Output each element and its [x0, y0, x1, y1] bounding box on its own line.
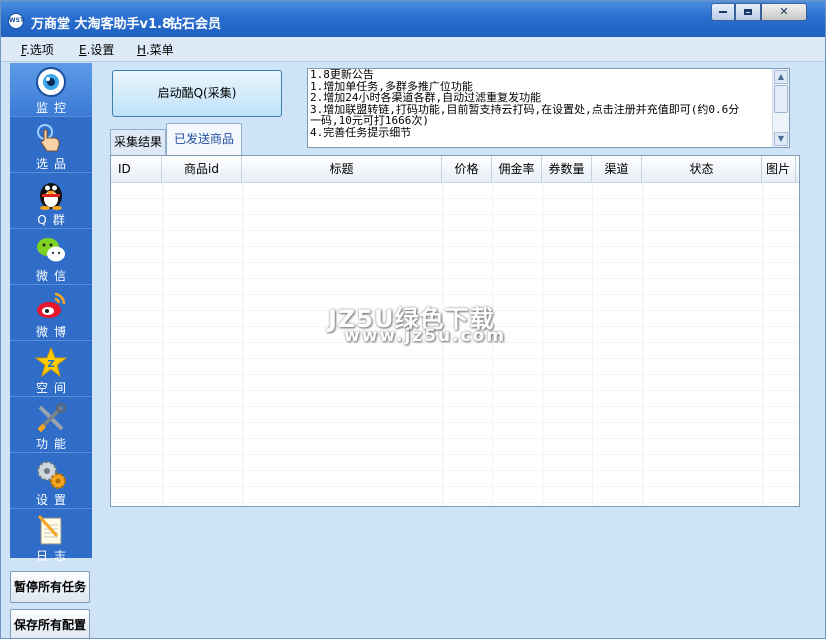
- wechat-icon: [37, 238, 65, 262]
- scroll-thumb[interactable]: [774, 85, 788, 113]
- column-header-id[interactable]: ID: [111, 156, 162, 182]
- grid-row-line: [111, 422, 799, 423]
- notice-line: 一码,10元可打1666次): [310, 115, 429, 127]
- sidebar-item-wechat[interactable]: 微信: [10, 231, 92, 285]
- sidebar-item-qzone[interactable]: Z 空间: [10, 343, 92, 397]
- app-title: 万商堂 大淘客助手v1.8: [31, 17, 172, 32]
- column-header-channel[interactable]: 渠道: [592, 156, 642, 182]
- sidebar-item-settings[interactable]: 设置: [10, 455, 92, 509]
- grid-row-line: [111, 214, 799, 215]
- title-bar[interactable]: WST 万商堂 大淘客助手v1.8 钻石会员 ✕: [1, 1, 825, 37]
- sidebar-item-label: 日志: [35, 549, 72, 563]
- qq-penguin-icon: [40, 183, 62, 210]
- notice-line: 4.完善任务提示细节: [310, 126, 412, 139]
- eye-icon: [36, 67, 66, 97]
- sidebar-item-label: 功能: [35, 437, 72, 451]
- grid-row-line: [111, 470, 799, 471]
- grid-row-line: [111, 390, 799, 391]
- menu-bar: F.选项 E.设置 H.菜单: [1, 37, 825, 62]
- minimize-icon: [719, 11, 727, 13]
- column-header-status[interactable]: 状态: [642, 156, 762, 182]
- sidebar-item-label: 微信: [35, 269, 72, 283]
- column-header-price[interactable]: 价格: [442, 156, 492, 182]
- start-coolq-button[interactable]: 启动酷Q(采集): [112, 70, 282, 117]
- svg-text:Z: Z: [47, 359, 54, 370]
- pause-all-tasks-button[interactable]: 暂停所有任务: [10, 571, 90, 603]
- grid-row-line: [111, 294, 799, 295]
- scroll-down-icon[interactable]: ▼: [774, 132, 788, 146]
- gears-icon: [37, 461, 66, 489]
- menu-options[interactable]: F.选项: [21, 41, 54, 58]
- grid-row-line: [111, 486, 799, 487]
- notice-line: 3.增加联盟转链,打码功能,目前暂支持云打码,在设置处,点击注册并充值即可(约0…: [310, 103, 740, 116]
- maximize-icon: [744, 9, 752, 15]
- sidebar-item-weibo[interactable]: 微博: [10, 287, 92, 341]
- menu-menu[interactable]: H.菜单: [137, 41, 174, 58]
- app-logo-icon: WST: [8, 13, 24, 29]
- notepad-icon: [37, 514, 62, 545]
- sidebar: 监控 选品 Q群 微信 微博 Z 空间 功能 设置 日志: [10, 63, 92, 563]
- notice-line: 2.增加24小时各渠道各群,自动过滤重复发功能: [310, 92, 542, 104]
- sidebar-item-monitor[interactable]: 监控: [10, 63, 92, 117]
- sidebar-item-label: 设置: [35, 493, 72, 507]
- table-header: ID 商品id 标题 价格 佣金率 券数量 渠道 状态 图片: [111, 156, 799, 183]
- update-notice-box[interactable]: 1.8更新公告 1.增加单任务,多群多推广位功能 2.增加24小时各渠道各群,自…: [307, 68, 790, 148]
- grid-row-line: [111, 262, 799, 263]
- watermark-url: www.jz5u.com: [344, 326, 507, 346]
- sidebar-item-label: 监控: [35, 101, 72, 115]
- notice-line: 1.8更新公告: [310, 69, 374, 81]
- menu-settings-label: .设置: [86, 43, 115, 57]
- column-header-commission[interactable]: 佣金率: [492, 156, 542, 182]
- grid-row-line: [111, 278, 799, 279]
- notice-scrollbar[interactable]: ▲ ▼: [772, 69, 789, 147]
- menu-options-label: .选项: [25, 43, 54, 57]
- menu-settings-key: E: [79, 43, 87, 57]
- sidebar-item-log[interactable]: 日志: [10, 511, 92, 565]
- sidebar-item-functions[interactable]: 功能: [10, 399, 92, 453]
- hand-pointer-icon: [37, 124, 60, 152]
- tools-icon: [37, 403, 66, 433]
- grid-row-line: [111, 438, 799, 439]
- grid-row-line: [111, 502, 799, 503]
- grid-row-line: [111, 406, 799, 407]
- tab-collect-results[interactable]: 采集结果: [110, 129, 166, 155]
- column-header-title[interactable]: 标题: [242, 156, 442, 182]
- qzone-star-icon: Z: [35, 346, 67, 378]
- column-header-product-id[interactable]: 商品id: [162, 156, 242, 182]
- app-window: WST 万商堂 大淘客助手v1.8 钻石会员 ✕ F.选项 E.设置 H.菜单 …: [0, 0, 826, 639]
- notice-text: 1.8更新公告 1.增加单任务,多群多推广位功能 2.增加24小时各渠道各群,自…: [310, 69, 770, 139]
- maximize-button[interactable]: [735, 3, 761, 21]
- sidebar-item-label: 空间: [35, 381, 72, 395]
- notice-line: 1.增加单任务,多群多推广位功能: [310, 80, 473, 93]
- grid-row-line: [111, 358, 799, 359]
- sidebar-item-label: 微博: [35, 325, 72, 339]
- sidebar-item-label: 选品: [35, 157, 72, 171]
- save-all-config-button[interactable]: 保存所有配置: [10, 609, 90, 638]
- sidebar-item-select[interactable]: 选品: [10, 119, 92, 173]
- tab-sent-products[interactable]: 已发送商品: [166, 123, 242, 155]
- scroll-up-icon[interactable]: ▲: [774, 70, 788, 84]
- grid-row-line: [111, 198, 799, 199]
- grid-row-line: [111, 374, 799, 375]
- weibo-icon: [37, 292, 66, 318]
- sidebar-item-qq-group[interactable]: Q群: [10, 175, 92, 229]
- grid-row-line: [111, 246, 799, 247]
- member-level: 钻石会员: [169, 17, 222, 32]
- column-header-image[interactable]: 图片: [762, 156, 796, 182]
- grid-row-line: [111, 454, 799, 455]
- menu-settings[interactable]: E.设置: [79, 41, 114, 58]
- close-icon: ✕: [779, 5, 789, 18]
- sidebar-item-label: Q群: [37, 213, 71, 227]
- menu-menu-label: .菜单: [145, 43, 174, 57]
- minimize-button[interactable]: [711, 3, 735, 21]
- column-header-coupon-count[interactable]: 券数量: [542, 156, 592, 182]
- close-button[interactable]: ✕: [761, 3, 807, 21]
- grid-row-line: [111, 230, 799, 231]
- menu-menu-key: H: [137, 43, 146, 57]
